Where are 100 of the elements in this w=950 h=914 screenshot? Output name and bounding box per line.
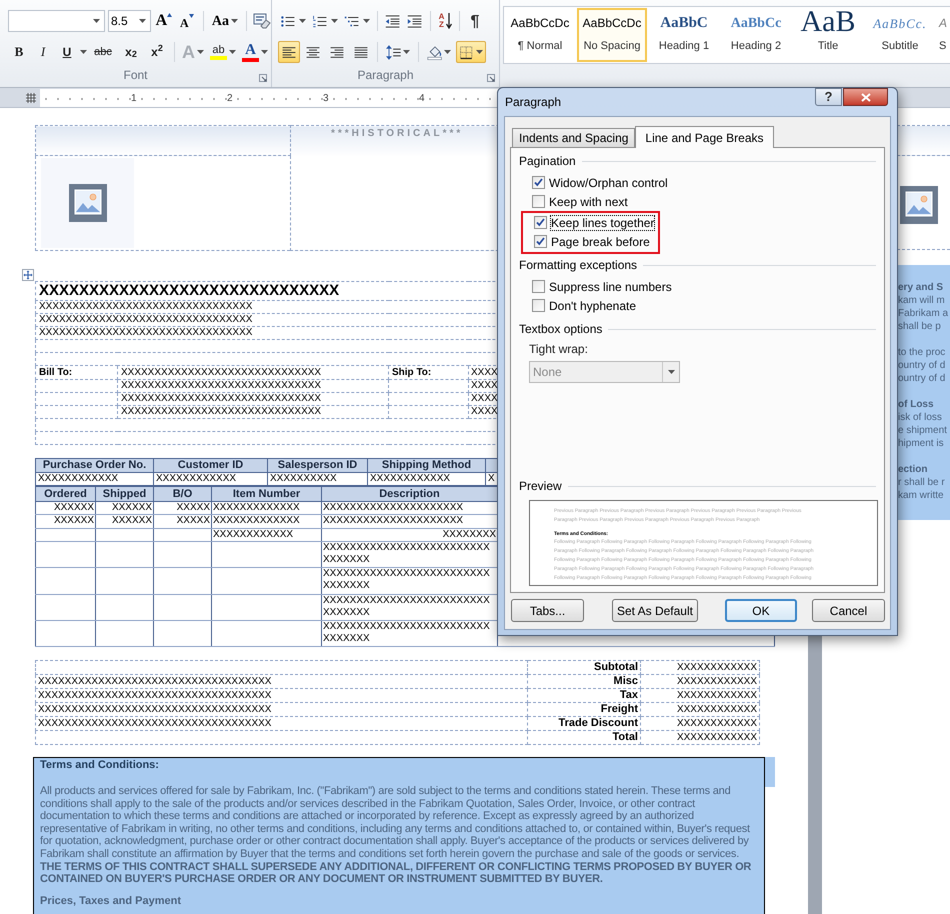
total-label: Total (612, 731, 638, 743)
style-item[interactable]: AaB Title (793, 8, 863, 62)
dialog-button[interactable]: Set As Default (612, 599, 698, 622)
change-case-button[interactable]: Aa (210, 10, 240, 32)
address-line: XXXXXXXXXXXXXXXXXXXXXXXXXXXXXXXX (39, 301, 252, 312)
total-value: XXXXXXXXXXXX (676, 718, 757, 728)
style-name: Heading 2 (730, 39, 782, 54)
checkbox[interactable] (532, 195, 545, 208)
caret-icon (231, 19, 238, 23)
text-line: to the proc (898, 346, 946, 359)
text-line: shall be p (898, 320, 942, 333)
table-cell: XXXXX (176, 515, 210, 527)
table-cell: X (488, 473, 495, 484)
total-label: Misc (614, 675, 638, 687)
style-item[interactable]: AaBbCcDc No Spacing (577, 8, 647, 62)
checkbox[interactable] (532, 299, 545, 312)
dialog-button[interactable]: OK (724, 599, 797, 622)
company-name: XXXXXXXXXXXXXXXXXXXXXXXXXXXXXX (39, 282, 340, 299)
column-header: Shipped (102, 488, 146, 500)
dialog-launcher-icon[interactable] (487, 74, 495, 82)
table-cell: XXXXXXXXXXXX (213, 529, 294, 541)
checkbox[interactable] (532, 176, 545, 189)
style-sample: A (939, 15, 948, 32)
column-header: Salesperson ID (278, 459, 358, 471)
shrink-font-button[interactable]: A (176, 10, 197, 32)
align-right-icon (329, 44, 345, 60)
address-line: XXXX (471, 366, 498, 378)
checkbox-label[interactable]: Keep lines together (551, 216, 654, 230)
checkbox[interactable] (532, 280, 545, 293)
move-handle-icon[interactable] (22, 269, 34, 281)
subscript-button[interactable]: x$_{2}$ (119, 41, 143, 63)
checkbox-label[interactable]: Don't hyphenate (549, 298, 636, 312)
dialog-button[interactable]: Tabs... (511, 599, 584, 622)
checkbox[interactable] (534, 235, 547, 248)
section-label: Preview (519, 478, 562, 494)
underline-button[interactable]: U (56, 41, 78, 63)
multilevel-list-icon (344, 14, 360, 28)
show-formatting-button[interactable]: ¶ (465, 10, 485, 32)
style-sample: AaB (800, 10, 856, 32)
style-item[interactable]: AaBbC Heading 1 (649, 8, 719, 62)
sort-button[interactable]: AZ (436, 10, 454, 32)
table-cell: XXXXXXXXXXXXXXXXXXXXX (323, 515, 464, 527)
align-left-button[interactable] (278, 41, 300, 63)
checkbox-label[interactable]: Keep with next (549, 194, 628, 208)
checkbox[interactable] (534, 216, 547, 229)
style-sample: AaBbC (660, 14, 708, 32)
borders-button[interactable] (456, 41, 486, 63)
style-name: S (939, 39, 946, 54)
style-name: Heading 1 (658, 39, 710, 54)
section-label: Formatting exceptions (519, 257, 638, 273)
check-icon (534, 178, 543, 187)
close-button[interactable] (843, 88, 888, 106)
section-heading: Terms and Conditions: (40, 759, 160, 772)
column-header: Shipping Method (382, 459, 472, 471)
strike-button[interactable]: abc (89, 41, 117, 63)
terms-paragraph: All products and services offered for sale by Fabrikam, Inc. ("Fabrikam") are sold subject to the terms and conditions stated herein. These terms and conditions shall apply to the sale of the products and/or services described in the Fabrikam Quotation, Sales Order, Invoice, or other contract documentation to which these terms and conditions are attached or incorporated by reference. Except as expressly agreed by an authorized representative of Fabrikam in writing, no other terms and conditions, including any terms and conditions attached to, or contained within, Buyer's request for quotation, acknowledgment, purchase order or other contract documentation shall apply. Buyer's acceptance of the products or services delivered by Fabrikam shall constitute an affirmation by Buyer that the terms and conditions set forth herein govern the purchase and sale of the goods or services. THE TERMS OF THIS CONTRACT SHALL SUPERSEDE ANY ADDITIONAL, DIFFERENT OR CONFLICTING TERMS PROPOSED BY BUYER OR CONTAINED ON BUYER'S PURCHASE ORDER OR ANY DOCUMENT OR INSTRUMENT SUBMITTED BY BUYER. (40, 785, 752, 886)
total-label: Subtotal (594, 661, 638, 673)
clear-formatting-icon[interactable] (253, 12, 271, 30)
table-cell: XXXXXXXXXXXXX (213, 515, 300, 527)
checkbox-label[interactable]: Widow/Orphan control (549, 176, 668, 190)
style-sample: AaBbCc (730, 15, 782, 32)
dialog-launcher-icon[interactable] (259, 74, 267, 82)
highlight-button[interactable]: ab (208, 41, 238, 63)
table-cell: XXXXXXXXXXXXXXXXXXXXXXXXXXXXXXXXXXX (38, 704, 272, 714)
total-label: Tax (620, 689, 638, 701)
style-name: Subtitle (882, 39, 918, 54)
help-button[interactable]: ? (815, 88, 842, 106)
font-size-field[interactable]: 8.5 (108, 10, 151, 32)
tab[interactable]: Indents and Spacing (512, 128, 636, 147)
font-name-field[interactable] (8, 10, 105, 32)
column-header: Purchase Order No. (42, 459, 146, 471)
font-color-button[interactable]: A (240, 41, 270, 63)
increase-indent-icon (407, 14, 423, 28)
style-item[interactable]: AaBbCc. Subtitle (865, 8, 935, 62)
group-label: Font (122, 67, 148, 84)
tab[interactable]: Line and Page Breaks (635, 126, 774, 148)
address-line: XXXX (471, 393, 498, 404)
table-cell-text: XXXXXXXXXXXXXXXXXXXXXXXXXXXXXXXX (323, 568, 491, 592)
style-item[interactable]: A S (937, 8, 950, 62)
tab-selector-icon[interactable] (26, 93, 36, 103)
superscript-button[interactable]: x$^{2}$ (145, 41, 169, 63)
watermark-label: ***HISTORICAL*** (331, 128, 464, 139)
checkbox-label[interactable]: Page break before (551, 234, 650, 248)
ruler-number: 2 (227, 92, 233, 106)
check-icon (536, 237, 545, 246)
italic-button[interactable]: I (32, 41, 54, 63)
checkbox-label[interactable]: Suppress line numbers (549, 280, 672, 294)
caret-icon (331, 19, 338, 23)
style-item[interactable]: AaBbCcDc ¶ Normal (505, 8, 575, 62)
up-arrow-icon (167, 13, 172, 17)
style-sample: AaBbCcDc (510, 15, 570, 32)
dialog-button[interactable]: Cancel (812, 599, 885, 622)
table-cell-text: XXXXXXXXXXXXXXXXXXXXXXXXXXXXXXXX (323, 621, 491, 645)
column-header: Item Number (232, 488, 300, 500)
style-item[interactable]: AaBbCc Heading 2 (721, 8, 791, 62)
grow-font-button[interactable]: A (154, 10, 174, 32)
text-line: Fabrikam a (898, 307, 950, 320)
caret-icon (261, 50, 268, 54)
bold-button[interactable]: B (8, 41, 30, 63)
table-cell: XXXXXXXXXXXX (156, 473, 236, 484)
